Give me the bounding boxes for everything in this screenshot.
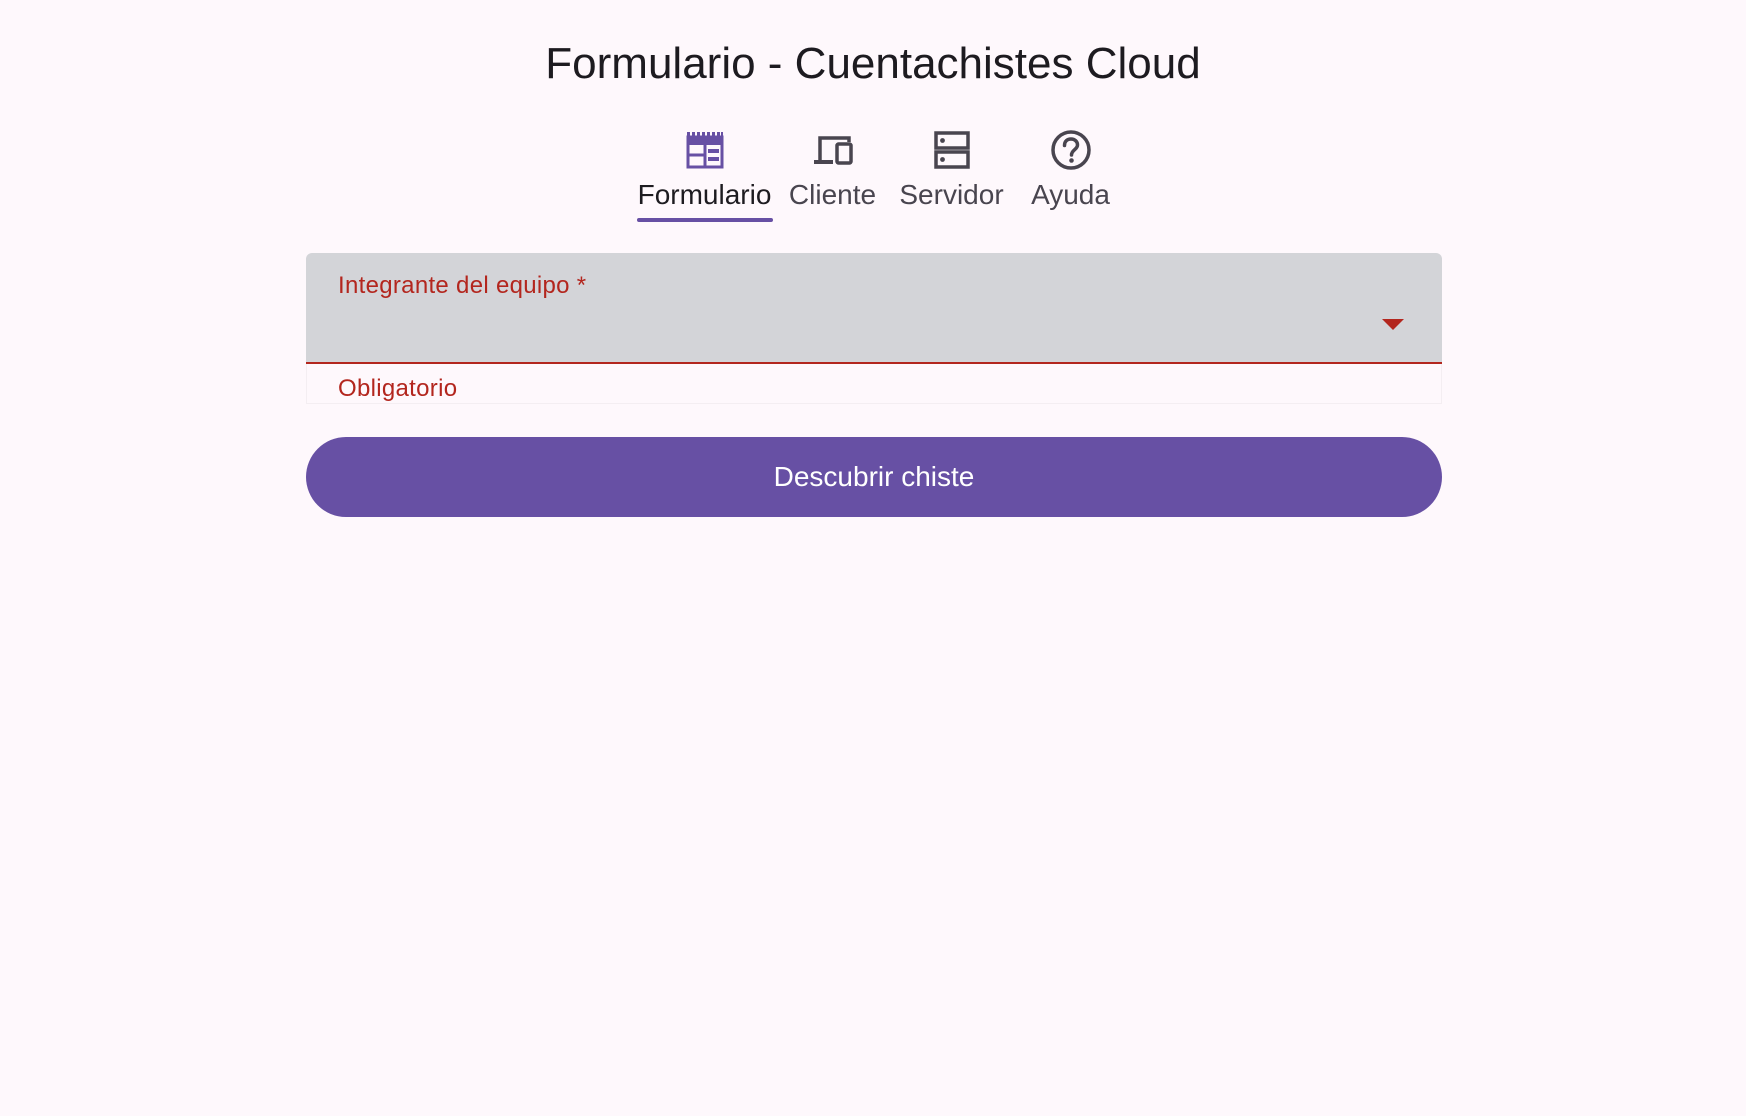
- app-page: Formulario - Cuentachistes Cloud Formula…: [0, 0, 1746, 1116]
- active-tab-indicator: [636, 218, 773, 222]
- field-helper-area: [306, 364, 1442, 404]
- help-circle-icon: [1050, 130, 1091, 170]
- devices-icon: [813, 136, 853, 165]
- server-icon: [933, 131, 970, 169]
- team-member-label: Integrante del equipo *: [338, 272, 587, 299]
- tab-formulario[interactable]: Formulario: [629, 128, 781, 222]
- tab-bar: Formulario Cliente Servidor Ayuda: [0, 128, 1746, 222]
- field-error-text: Obligatorio: [338, 375, 458, 402]
- tab-cliente-label: Cliente: [788, 179, 877, 210]
- tab-servidor-label: Servidor: [899, 179, 1004, 210]
- discover-joke-button[interactable]: Descubrir chiste: [306, 437, 1442, 517]
- tab-ayuda-label: Ayuda: [1031, 179, 1110, 210]
- tab-ayuda[interactable]: Ayuda: [1024, 128, 1118, 212]
- form-table-icon: [686, 132, 723, 169]
- tab-formulario-label: Formulario: [637, 179, 772, 210]
- dropdown-arrow-icon[interactable]: [1382, 319, 1404, 330]
- tab-cliente[interactable]: Cliente: [781, 128, 885, 212]
- tab-servidor[interactable]: Servidor: [892, 128, 1012, 212]
- team-member-select[interactable]: Integrante del equipo *: [306, 253, 1442, 364]
- page-title: Formulario - Cuentachistes Cloud: [545, 39, 1201, 88]
